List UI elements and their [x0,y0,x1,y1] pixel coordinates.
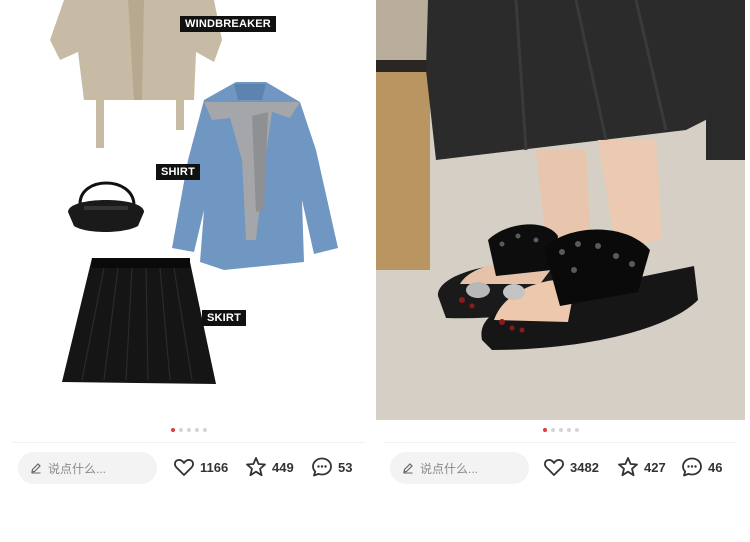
carousel-dot [202,428,207,432]
comment-count: 53 [338,459,353,475]
post-card-sandals[interactable]: 说点什么... 3482 427 46 [376,0,745,496]
comment-input[interactable]: 说点什么... [390,452,529,484]
divider [12,442,365,443]
star-icon [246,457,266,477]
carousel-dot [550,428,555,432]
divider [384,442,737,443]
comment-placeholder: 说点什么... [48,461,107,476]
carousel-indicator [4,428,373,432]
pencil-icon [403,463,413,474]
carousel-indicator [376,428,745,432]
carousel-dot [566,428,571,432]
sandals-photo-image [376,0,745,420]
tag-skirt[interactable]: SKIRT [202,310,246,326]
feed-page: WINDBREAKER SHIRT SKIRT 说点什么... 1166 449… [0,0,750,542]
post-card-outfit[interactable]: WINDBREAKER SHIRT SKIRT 说点什么... 1166 449… [4,0,373,496]
pencil-icon [31,463,41,474]
like-count: 1166 [200,459,229,475]
comment-button[interactable]: 46 [680,455,722,479]
comment-placeholder: 说点什么... [420,461,479,476]
collect-button[interactable]: 449 [244,455,294,479]
carousel-dot [194,428,199,432]
feed-bottom-spacer [0,496,750,542]
tag-windbreaker[interactable]: WINDBREAKER [180,16,276,32]
collect-count: 449 [272,459,294,475]
bag-image [68,181,144,232]
action-bar: 说点什么... 1166 449 53 [4,448,373,488]
like-button[interactable]: 3482 [542,455,599,479]
carousel-dot [574,428,579,432]
carousel-dot-active [542,428,547,432]
heart-icon [174,459,194,476]
like-count: 3482 [570,459,599,475]
tag-shirt[interactable]: SHIRT [156,164,200,180]
post-image-carousel[interactable]: WINDBREAKER SHIRT SKIRT [4,0,373,420]
collect-count: 427 [644,459,666,475]
comment-input[interactable]: 说点什么... [18,452,157,484]
outfit-collage-image [50,0,338,384]
carousel-dot [558,428,563,432]
post-image-carousel[interactable] [376,0,745,420]
carousel-dot-active [170,428,175,432]
chat-bubble-icon [682,457,702,477]
collect-button[interactable]: 427 [616,455,666,479]
carousel-dot [186,428,191,432]
chat-bubble-icon [312,457,332,477]
comment-button[interactable]: 53 [310,455,352,479]
star-icon [618,457,638,477]
carousel-dot [178,428,183,432]
action-bar: 说点什么... 3482 427 46 [376,448,745,488]
comment-count: 46 [708,459,723,475]
skirt-image [62,258,216,384]
like-button[interactable]: 1166 [172,455,228,479]
heart-icon [544,459,564,476]
